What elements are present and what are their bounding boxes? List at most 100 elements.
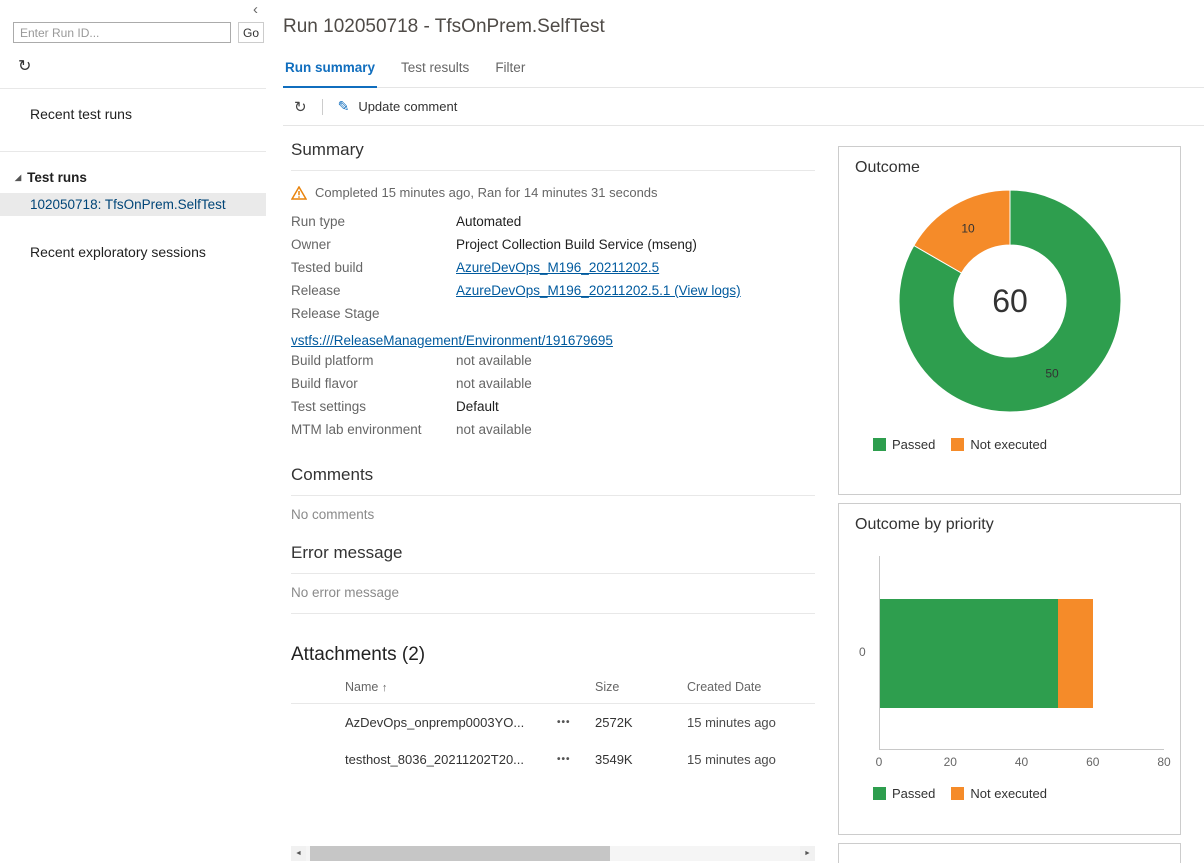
run-status: Completed 15 minutes ago, Ran for 14 min… (291, 185, 815, 200)
donut-slice-value-label: 50 (1045, 367, 1059, 381)
bar-segment-not-executed[interactable] (1057, 599, 1093, 708)
horizontal-scrollbar[interactable]: ◄ ► (291, 846, 815, 861)
outcome-legend: Passed Not executed (873, 437, 1164, 452)
error-message-empty-text: No error message (291, 574, 815, 614)
tab-run-summary[interactable]: Run summary (283, 60, 378, 88)
stacked-bar (880, 599, 1164, 708)
toolbar-divider (321, 98, 323, 115)
test-runs-tree-header[interactable]: ◢ Test runs (0, 170, 266, 185)
more-options-button[interactable]: ••• (557, 754, 595, 765)
summary-field-row: Owner Project Collection Build Service (m… (291, 237, 815, 260)
tree-expanded-icon: ◢ (15, 173, 22, 182)
divider (0, 151, 266, 152)
field-value: Default (456, 399, 499, 414)
chart-plot-area (879, 556, 1164, 750)
collapse-panel-icon[interactable]: ‹ (253, 2, 258, 17)
field-label: MTM lab environment (291, 422, 422, 437)
legend-item-passed: Passed (873, 437, 935, 452)
toolbar: ↻ ✎ Update comment (283, 88, 1204, 126)
legend-item-not-executed: Not executed (951, 437, 1047, 452)
summary-field-row: Run type Automated (291, 214, 815, 237)
sidebar-refresh-button[interactable]: ↻ (18, 56, 38, 76)
field-label: Build flavor (291, 376, 358, 391)
legend-swatch (873, 438, 886, 451)
column-header-name[interactable]: Name ↑ (345, 680, 557, 694)
attachment-name[interactable]: AzDevOps_onpremp0003YO... (345, 715, 557, 730)
summary-field-row: Release AzureDevOps_M196_20211202.5.1 (Vi… (291, 283, 815, 306)
scrollbar-track[interactable] (306, 846, 800, 861)
x-axis-tick-label: 60 (1086, 755, 1100, 769)
outcome-card-title: Outcome (855, 159, 920, 176)
field-value-link[interactable]: AzureDevOps_M196_20211202.5.1 (View logs… (456, 283, 741, 298)
donut-slice-value-label: 10 (961, 221, 975, 235)
legend-swatch (873, 787, 886, 800)
bar-segment-passed[interactable] (880, 599, 1058, 708)
legend-swatch (951, 438, 965, 451)
attachment-row[interactable]: AzDevOps_onpremp0003YO... ••• 2572K 15 minu… (291, 704, 815, 741)
field-value: not available (456, 422, 532, 437)
run-id-input[interactable] (13, 22, 231, 43)
attachment-size: 3549K (595, 752, 633, 767)
x-axis-tick-label: 80 (1157, 755, 1171, 769)
tab-test-results[interactable]: Test results (399, 60, 471, 87)
content-area: Summary Completed 15 minutes ago, Ran fo… (266, 126, 1204, 868)
update-comment-button[interactable]: Update comment (358, 99, 457, 114)
attachments-heading: Attachments (2) (291, 644, 426, 665)
x-axis-tick-label: 20 (943, 755, 957, 769)
legend-item-passed: Passed (873, 786, 935, 801)
tree-item-selected-run[interactable]: 102050718: TfsOnPrem.SelfTest (0, 193, 266, 216)
scrollbar-thumb[interactable] (310, 846, 610, 861)
error-message-heading: Error message (291, 535, 815, 574)
field-value-link[interactable]: vstfs:///ReleaseManagement/Environment/1… (291, 329, 815, 352)
x-axis-tick-labels: 0 20 40 60 80 (875, 750, 1171, 769)
field-label: Release Stage (291, 306, 380, 321)
field-label: Owner (291, 237, 331, 252)
scroll-right-button[interactable]: ► (800, 846, 815, 861)
summary-field-row: Build platform not available (291, 353, 815, 376)
attachments-table-header: Name ↑ Size Created Date (291, 680, 815, 704)
next-card-partial (838, 843, 1181, 863)
summary-field-row: Tested build AzureDevOps_M196_20211202.5 (291, 260, 815, 283)
column-header-created-date[interactable]: Created Date (687, 680, 815, 694)
attachment-name[interactable]: testhost_8036_20211202T20... (345, 752, 557, 767)
x-axis-tick-label: 0 (875, 755, 883, 769)
outcome-by-priority-card: Outcome by priority 0 0 20 40 60 80 Passed No… (838, 503, 1181, 835)
charts-column: Outcome 50 10 60 Passed Not executed Outcom… (838, 126, 1181, 868)
refresh-button[interactable]: ↻ (294, 98, 307, 116)
scroll-left-button[interactable]: ◄ (291, 846, 306, 861)
field-value: not available (456, 353, 532, 368)
outcome-donut-chart[interactable]: 50 10 60 (896, 187, 1124, 415)
donut-total-label: 60 (992, 283, 1028, 319)
field-value: not available (456, 376, 532, 391)
summary-field-row: Build flavor not available (291, 376, 815, 399)
attachments-table-body: AzDevOps_onpremp0003YO... ••• 2572K 15 minu… (291, 704, 815, 778)
column-header-size[interactable]: Size (595, 680, 687, 694)
tab-filter[interactable]: Filter (493, 60, 527, 87)
run-status-text: Completed 15 minutes ago, Ran for 14 min… (315, 185, 658, 200)
page-title: Run 102050718 - TfsOnPrem.SelfTest (283, 16, 605, 37)
field-value-link[interactable]: AzureDevOps_M196_20211202.5 (456, 260, 659, 275)
legend-label: Not executed (970, 437, 1047, 452)
sidebar: ‹ Go ↻ Recent test runs ◢ Test runs 1020… (0, 0, 266, 868)
go-button[interactable]: Go (237, 22, 264, 43)
legend-swatch (951, 787, 965, 800)
attachment-created-date: 15 minutes ago (687, 715, 776, 730)
attachment-created-date: 15 minutes ago (687, 752, 776, 767)
priority-bar-chart[interactable]: 0 0 20 40 60 80 (855, 556, 1171, 769)
summary-fields: Run type Automated Owner Project Collection… (291, 214, 815, 445)
outcome-card: Outcome 50 10 60 Passed Not executed (838, 146, 1181, 495)
sidebar-item-recent-test-runs[interactable]: Recent test runs (0, 89, 266, 139)
refresh-icon: ↻ (18, 58, 32, 75)
warning-icon (291, 185, 307, 200)
sidebar-item-recent-exploratory-sessions[interactable]: Recent exploratory sessions (0, 244, 266, 260)
attachment-row[interactable]: testhost_8036_20211202T20... ••• 3549K 15 m… (291, 741, 815, 778)
summary-field-row: MTM lab environment not available (291, 422, 815, 445)
edit-pencil-icon: ✎ (337, 98, 350, 114)
y-axis-category-label: 0 (859, 645, 866, 659)
attachment-size: 2572K (595, 715, 633, 730)
summary-heading: Summary (291, 132, 815, 171)
legend-label: Passed (892, 437, 936, 452)
field-label: Run type (291, 214, 346, 229)
priority-legend: Passed Not executed (873, 786, 1164, 801)
more-options-button[interactable]: ••• (557, 717, 595, 728)
